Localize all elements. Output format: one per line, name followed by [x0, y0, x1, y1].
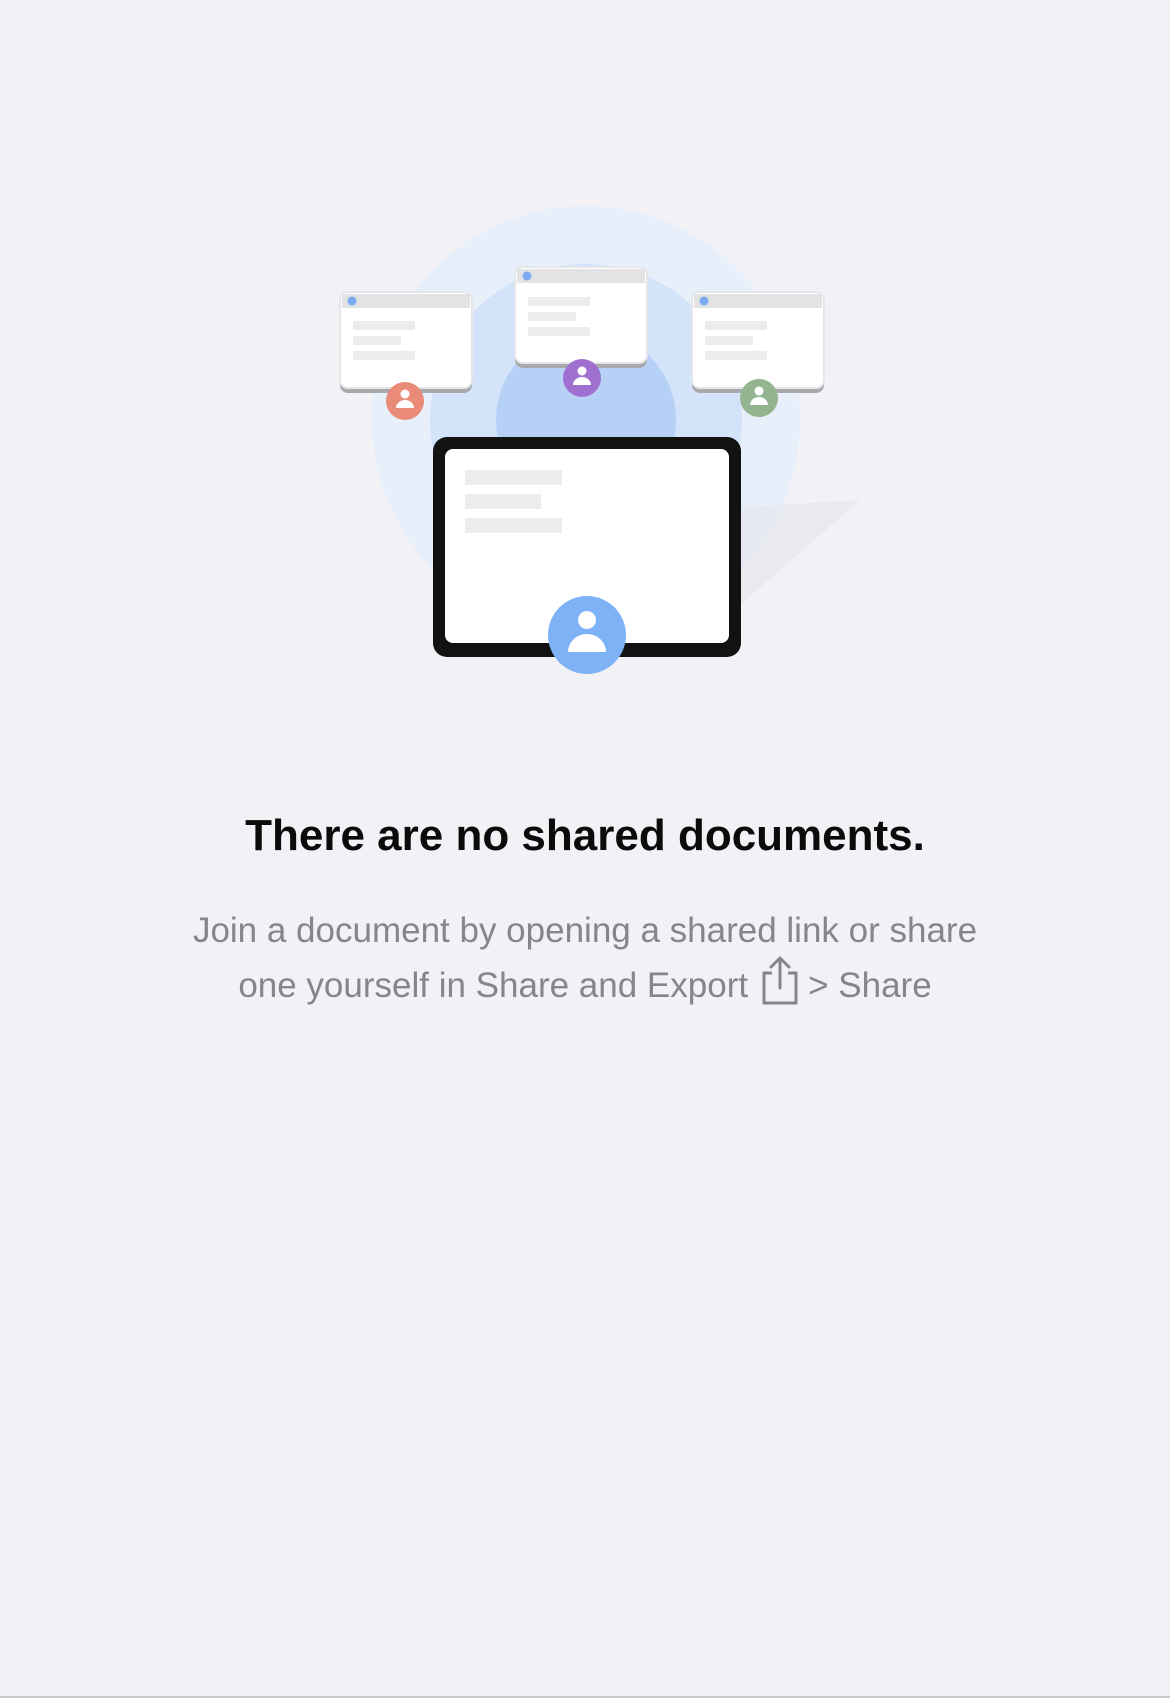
empty-state-title: There are no shared documents. [245, 811, 925, 860]
avatar-orange-icon [386, 382, 424, 420]
avatar-green-icon [740, 379, 778, 417]
shared-documents-empty-screen: There are no shared documents. Join a do… [0, 0, 1170, 1698]
share-menu-label: Share [838, 966, 932, 1005]
path-separator: > [808, 966, 829, 1005]
tablet-device [433, 437, 741, 674]
empty-state-message: Join a document by opening a shared link… [185, 906, 985, 1010]
shared-documents-illustration [339, 206, 860, 674]
share-icon [762, 956, 798, 1005]
avatar-purple-icon [563, 359, 601, 397]
avatar-main-icon [548, 596, 626, 674]
